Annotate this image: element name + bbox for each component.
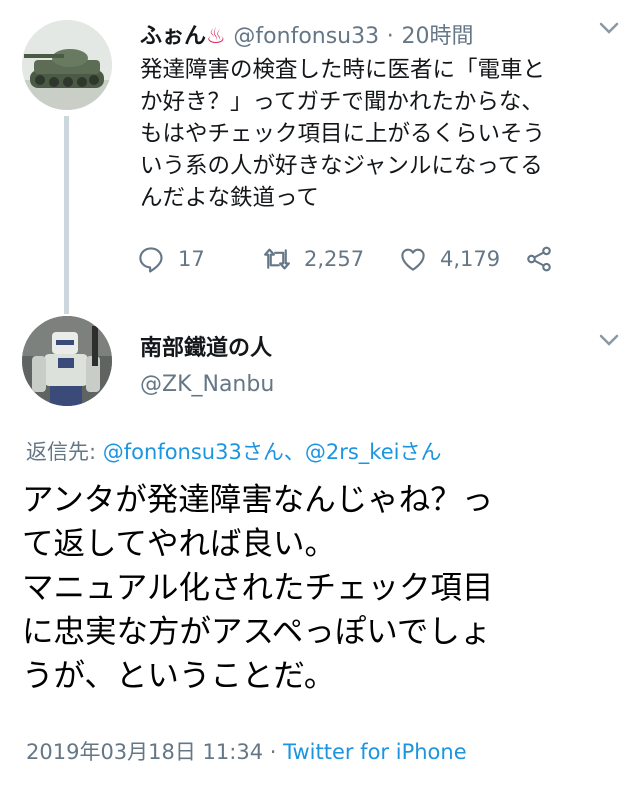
tweet-text: 発達障害の検査した時に医者に「電車と か好き？」ってガチで聞かれたからな、 もは…	[140, 57, 546, 211]
hotspring-emoji: ♨	[206, 24, 226, 49]
retweet-button[interactable]: 2,257	[262, 244, 364, 274]
tweet-timestamp[interactable]: 2019年03月18日 11:34	[26, 740, 263, 764]
share-icon	[527, 246, 551, 272]
replying-prefix: 返信先:	[26, 440, 103, 464]
handle[interactable]: @fonfonsu33	[233, 24, 379, 49]
replying-to: 返信先: @fonfonsu33さん、@2rs_keiさん	[26, 436, 441, 466]
display-name[interactable]: ふぉん	[140, 24, 206, 49]
handle[interactable]: @ZK_Nanbu	[140, 372, 274, 397]
chevron-down-icon[interactable]	[598, 332, 620, 351]
reply-mention-2[interactable]: @2rs_keiさん	[305, 440, 442, 464]
tank-avatar	[22, 20, 112, 110]
reply-icon	[139, 247, 163, 273]
tweet-source[interactable]: Twitter for iPhone	[283, 740, 467, 764]
separator: ·	[386, 24, 394, 49]
robot-avatar	[22, 316, 112, 406]
retweet-count: 2,257	[304, 247, 365, 271]
display-name[interactable]: 南部鐵道の人	[140, 330, 272, 362]
tweet-header: ふぉん♨ @fonfonsu33 · 20時間	[140, 18, 473, 50]
like-button[interactable]: 4,179	[398, 244, 500, 274]
thread-line	[64, 116, 69, 314]
avatar[interactable]	[22, 20, 112, 110]
chevron-down-icon[interactable]	[598, 20, 620, 39]
share-button[interactable]	[524, 244, 554, 274]
reply-mention-1[interactable]: @fonfonsu33さん	[103, 440, 284, 464]
like-count: 4,179	[440, 247, 501, 271]
reply-mention-separator: 、	[283, 440, 305, 464]
footer-separator: ·	[263, 740, 284, 764]
retweet-icon	[264, 248, 290, 270]
reply-button[interactable]: 17	[136, 244, 205, 274]
timestamp[interactable]: 20時間	[401, 24, 473, 49]
tweet-footer: 2019年03月18日 11:34 · Twitter for iPhone	[26, 736, 467, 766]
action-bar: 17 2,257 4,179	[136, 244, 576, 276]
like-icon	[401, 248, 425, 271]
reply-count: 17	[178, 247, 205, 271]
avatar[interactable]	[22, 316, 112, 406]
tweet-text: アンタが発達障害なんじゃね？っ て返してやれば良い。 マニュアル化されたチェック…	[22, 482, 494, 694]
